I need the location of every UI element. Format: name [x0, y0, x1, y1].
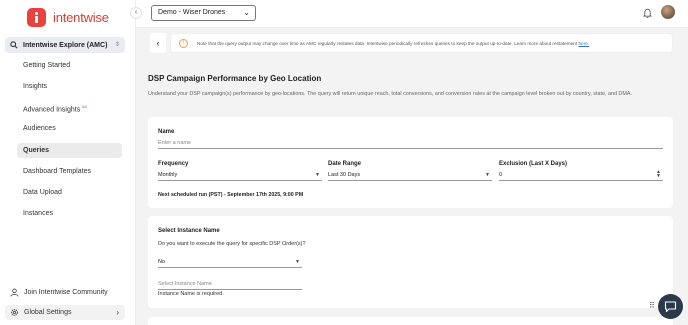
dropdown-arrow-icon: ▼: [295, 259, 300, 265]
up-down-chevron-icon: ⇕: [114, 42, 120, 48]
next-scheduled-run: Next scheduled run (PST) - September 17t…: [158, 192, 304, 198]
dropdown-arrow-icon: ▼: [485, 172, 490, 178]
global-settings-label: Global Settings: [24, 309, 72, 316]
page-title: DSP Campaign Performance by Geo Location: [148, 74, 322, 83]
date-range-value: Last 30 Days: [328, 172, 361, 178]
name-input[interactable]: Enter a name: [158, 140, 663, 149]
notice-text: Note that the query output may change ov…: [197, 41, 590, 46]
dropdown-arrow-icon: ▼: [315, 172, 320, 178]
frequency-value: Monthly: [158, 172, 178, 178]
page-description: Understand your DSP campaign(s) performa…: [148, 91, 632, 97]
explore-search-icon: [10, 41, 18, 49]
community-icon: [10, 288, 19, 297]
sidebar-item-audiences[interactable]: Audiences: [23, 125, 56, 132]
name-placeholder: Enter a name: [158, 140, 192, 146]
query-settings-card: Name Enter a name Frequency Monthly ▼ Da…: [148, 117, 673, 208]
chevron-right-icon: ›: [116, 308, 119, 317]
module-switcher[interactable]: Intentwise Explore (AMC) ⇕: [5, 37, 125, 53]
drag-handle-icon[interactable]: ⠿: [649, 301, 655, 310]
number-stepper-icon[interactable]: ▲ ▼: [656, 170, 661, 179]
sidebar-item-queries[interactable]: Queries: [17, 143, 122, 158]
sidebar-item-dashboard-templates[interactable]: Dashboard Templates: [23, 168, 91, 175]
account-select-value: Demo - Wiser Drones: [158, 9, 226, 16]
logo-text: intentwise: [53, 10, 109, 25]
account-select[interactable]: Demo - Wiser Drones ⌄: [151, 5, 256, 21]
sidebar-item-instances[interactable]: Instances: [23, 210, 53, 217]
top-bar: Demo - Wiser Drones ⌄: [136, 0, 688, 28]
instance-section-title: Select Instance Name: [158, 228, 220, 234]
sidebar-item-data-upload[interactable]: Data Upload: [23, 189, 62, 196]
instance-name-placeholder: Select Instance Name: [158, 281, 212, 287]
dsp-order-question: Do you want to execute the query for spe…: [158, 241, 306, 247]
advanced-insights-badge: 5A: [82, 104, 88, 109]
join-community-link[interactable]: Join Intentwise Community: [10, 288, 108, 297]
exclusion-value: 0: [499, 172, 503, 178]
name-label: Name: [158, 129, 175, 135]
chat-button[interactable]: [658, 294, 683, 319]
join-community-label: Join Intentwise Community: [24, 289, 108, 296]
dsp-order-value: No: [158, 259, 166, 265]
logo-icon: [27, 8, 46, 27]
frequency-label: Frequency: [158, 161, 189, 167]
chevron-down-icon: ⌄: [243, 8, 250, 17]
instance-name-select[interactable]: Select Instance Name: [158, 281, 302, 290]
exclusion-label: Exclusion (Last X Days): [499, 161, 568, 167]
next-section-card: [148, 317, 673, 325]
collapse-sidebar-button[interactable]: ‹: [130, 7, 142, 19]
sidebar: intentwise Intentwise Explore (AMC) ⇕ Ge…: [0, 0, 136, 325]
dsp-order-select[interactable]: No ▼: [158, 259, 302, 268]
app-logo[interactable]: intentwise: [27, 8, 109, 27]
gear-icon: [11, 309, 18, 316]
bell-icon[interactable]: [643, 8, 652, 18]
back-button[interactable]: ‹: [150, 33, 166, 53]
global-settings-button[interactable]: Global Settings ›: [5, 305, 125, 320]
frequency-select[interactable]: Monthly ▼: [158, 172, 322, 181]
instance-required-message: Instance Name is required.: [158, 291, 224, 297]
module-label: Intentwise Explore (AMC): [23, 41, 108, 49]
instance-card: Select Instance Name Do you want to exec…: [148, 216, 673, 308]
date-range-label: Date Range: [328, 161, 362, 167]
sidebar-item-getting-started[interactable]: Getting Started: [23, 62, 70, 69]
user-avatar[interactable]: [661, 5, 675, 19]
chat-icon: [664, 301, 677, 313]
sidebar-item-insights[interactable]: Insights: [23, 83, 47, 90]
restatement-notice: ! Note that the query output may change …: [170, 33, 673, 53]
warning-icon: !: [179, 39, 188, 48]
sidebar-item-advanced-insights[interactable]: Advanced Insights 5A: [23, 104, 87, 113]
restatement-link[interactable]: here.: [578, 41, 589, 46]
exclusion-input[interactable]: 0 ▲ ▼: [499, 170, 663, 181]
date-range-select[interactable]: Last 30 Days ▼: [328, 172, 492, 181]
